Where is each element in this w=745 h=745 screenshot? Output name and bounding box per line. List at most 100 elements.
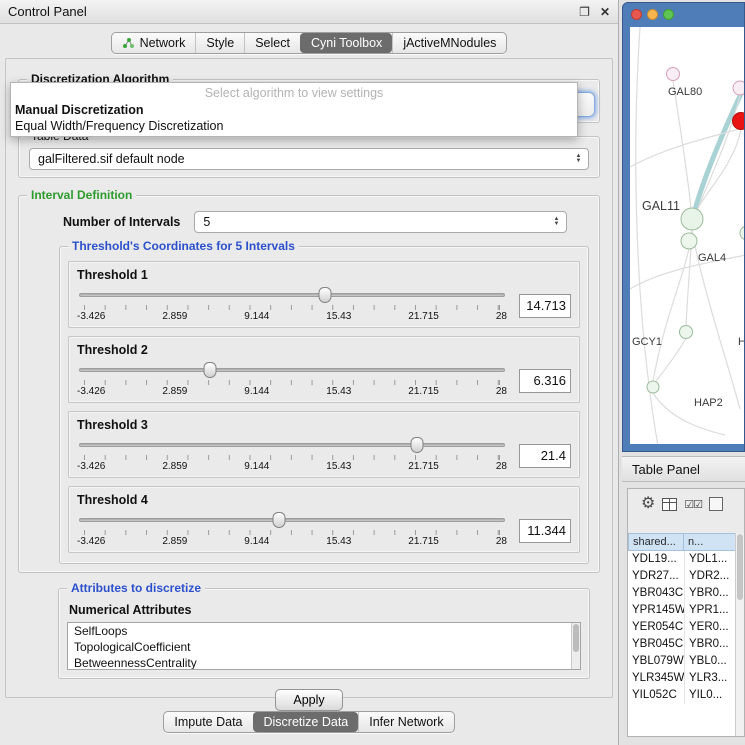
group-title: Threshold's Coordinates for 5 Intervals xyxy=(68,239,299,253)
list-item[interactable]: SelfLoops xyxy=(68,623,580,639)
node-label-gal4[interactable]: GAL4 xyxy=(698,252,726,264)
zoom-icon[interactable] xyxy=(663,9,674,20)
list-items: SelfLoopsTopologicalCoefficientBetweenne… xyxy=(68,623,580,670)
gear-icon[interactable]: ⚙ xyxy=(641,496,655,512)
tab-label: Select xyxy=(255,36,290,50)
network-canvas[interactable]: GAL80 GAL11 GAL4 GCY1 HAP2 H xyxy=(630,27,744,444)
node-label-gal11[interactable]: GAL11 xyxy=(642,199,680,213)
list-item[interactable]: TopologicalCoefficient xyxy=(68,639,580,655)
apply-button[interactable]: Apply xyxy=(275,689,343,711)
numerical-attributes-label: Numerical Attributes xyxy=(69,603,581,617)
list-item[interactable]: BetweennessCentrality xyxy=(68,655,580,670)
tab-select[interactable]: Select xyxy=(244,33,300,53)
table-row[interactable]: YER054C YER0... xyxy=(628,619,744,636)
threshold-1-block: Threshold 1 -3.4262.8599.14415.4321.7152… xyxy=(68,261,580,328)
scale-label: 15.43 xyxy=(326,536,351,547)
threshold-4-slider[interactable] xyxy=(77,512,507,528)
threshold-4-value-field[interactable]: 11.344 xyxy=(519,519,571,543)
tab-infer-network[interactable]: Infer Network xyxy=(358,712,453,732)
slider-thumb[interactable] xyxy=(273,512,286,528)
threshold-2-value-field[interactable]: 6.316 xyxy=(519,369,571,393)
scrollbar-thumb[interactable] xyxy=(737,534,743,600)
node[interactable] xyxy=(681,233,697,249)
scale-label: 28 xyxy=(496,386,507,397)
dropdown-option-manual-discretization[interactable]: Manual Discretization xyxy=(11,102,577,118)
tab-style[interactable]: Style xyxy=(195,33,244,53)
table-scrollbar[interactable] xyxy=(735,533,744,736)
top-tab-bar: Network Style Select Cyni Toolbox jActiv… xyxy=(0,32,618,54)
node-label-partial[interactable]: H xyxy=(738,336,744,348)
node[interactable] xyxy=(733,81,744,95)
node-gal11[interactable] xyxy=(681,208,703,230)
float-window-icon[interactable]: ❐ xyxy=(579,5,590,19)
table-row[interactable]: YBR045C YBR0... xyxy=(628,636,744,653)
number-of-intervals-select[interactable]: 5 ▲▼ xyxy=(194,211,567,233)
threshold-3-slider[interactable] xyxy=(77,437,507,453)
scrollbar-thumb[interactable] xyxy=(573,624,579,652)
scale-label: 28 xyxy=(496,536,507,547)
tab-label: Network xyxy=(140,36,186,50)
table-row[interactable]: YDR27... YDR2... xyxy=(628,568,744,585)
table-row[interactable]: YBL079W YBL0... xyxy=(628,653,744,670)
close-icon[interactable] xyxy=(631,9,642,20)
tab-cyni-toolbox[interactable]: Cyni Toolbox xyxy=(300,33,392,53)
slider-thumb[interactable] xyxy=(410,437,423,453)
dropdown-option-equal-width-frequency[interactable]: Equal Width/Frequency Discretization xyxy=(11,118,577,134)
table-row[interactable]: YIL052C YIL0... xyxy=(628,687,744,704)
threshold-3-value-field[interactable]: 21.4 xyxy=(519,444,571,468)
tab-label: Style xyxy=(206,36,234,50)
node-label-gcy1[interactable]: GCY1 xyxy=(632,336,662,348)
slider-thumb[interactable] xyxy=(319,287,332,303)
threshold-1-slider[interactable] xyxy=(77,287,507,303)
dropdown-placeholder: Select algorithm to view settings xyxy=(11,83,577,102)
scale-label: 15.43 xyxy=(326,461,351,472)
edge[interactable] xyxy=(630,255,744,289)
attributes-to-discretize-group: Attributes to discretize Numerical Attri… xyxy=(58,588,590,679)
table-data-select[interactable]: galFiltered.sif default node ▲▼ xyxy=(29,148,589,170)
numerical-attributes-list[interactable]: SelfLoopsTopologicalCoefficientBetweenne… xyxy=(67,622,581,670)
table-panel-titlebar: Table Panel xyxy=(622,456,745,482)
combo-stepper-icon[interactable]: ▲▼ xyxy=(572,151,585,167)
slider-scale: -3.4262.8599.14415.4321.71528 xyxy=(77,461,507,472)
threshold-2-label: Threshold 2 xyxy=(77,343,571,357)
minimize-icon[interactable] xyxy=(647,9,658,20)
tab-jactivemnodules[interactable]: jActiveMNodules xyxy=(392,33,506,53)
node-label-hap2[interactable]: HAP2 xyxy=(694,397,723,409)
table-row[interactable]: YPR145W YPR1... xyxy=(628,602,744,619)
node-gcy1[interactable] xyxy=(680,326,693,339)
close-icon[interactable]: ✕ xyxy=(600,5,610,19)
table-row[interactable]: YDL19... YDL1... xyxy=(628,551,744,568)
node-label-gal80[interactable]: GAL80 xyxy=(668,86,702,98)
scale-label: 21.715 xyxy=(408,386,439,397)
scale-label: 21.715 xyxy=(408,461,439,472)
edge[interactable] xyxy=(673,80,691,209)
table-data-value: galFiltered.sif default node xyxy=(38,152,185,166)
scale-label: -3.426 xyxy=(77,311,105,322)
scale-label: 21.715 xyxy=(408,311,439,322)
threshold-1-value-field[interactable]: 14.713 xyxy=(519,294,571,318)
threshold-4-label: Threshold 4 xyxy=(77,493,571,507)
combo-stepper-icon[interactable]: ▲▼ xyxy=(550,214,563,230)
edge[interactable] xyxy=(630,127,744,167)
scale-label: 9.144 xyxy=(244,311,269,322)
node-gal80[interactable] xyxy=(667,68,680,81)
threshold-2-slider[interactable] xyxy=(77,362,507,378)
tab-impute-data[interactable]: Impute Data xyxy=(164,712,252,732)
slider-ticks xyxy=(84,305,500,310)
select-columns-icon[interactable]: ☑☑ xyxy=(684,498,702,511)
column-header-shared-name[interactable]: shared... xyxy=(628,533,684,551)
node[interactable] xyxy=(647,381,659,393)
tab-network[interactable]: Network xyxy=(112,33,196,53)
node[interactable] xyxy=(740,226,744,240)
scale-label: -3.426 xyxy=(77,386,105,397)
scale-label: 2.859 xyxy=(162,536,187,547)
threshold-2-block: Threshold 2 -3.4262.8599.14415.4321.7152… xyxy=(68,336,580,403)
slider-ticks xyxy=(84,380,500,385)
list-scrollbar[interactable] xyxy=(571,623,580,669)
table-row[interactable]: YLR345W YLR3... xyxy=(628,670,744,687)
slider-thumb[interactable] xyxy=(204,362,217,378)
columns-icon[interactable] xyxy=(662,498,677,511)
table-row[interactable]: YBR043C YBR0... xyxy=(628,585,744,602)
function-icon[interactable] xyxy=(709,497,723,511)
tab-discretize-data[interactable]: Discretize Data xyxy=(253,712,359,732)
